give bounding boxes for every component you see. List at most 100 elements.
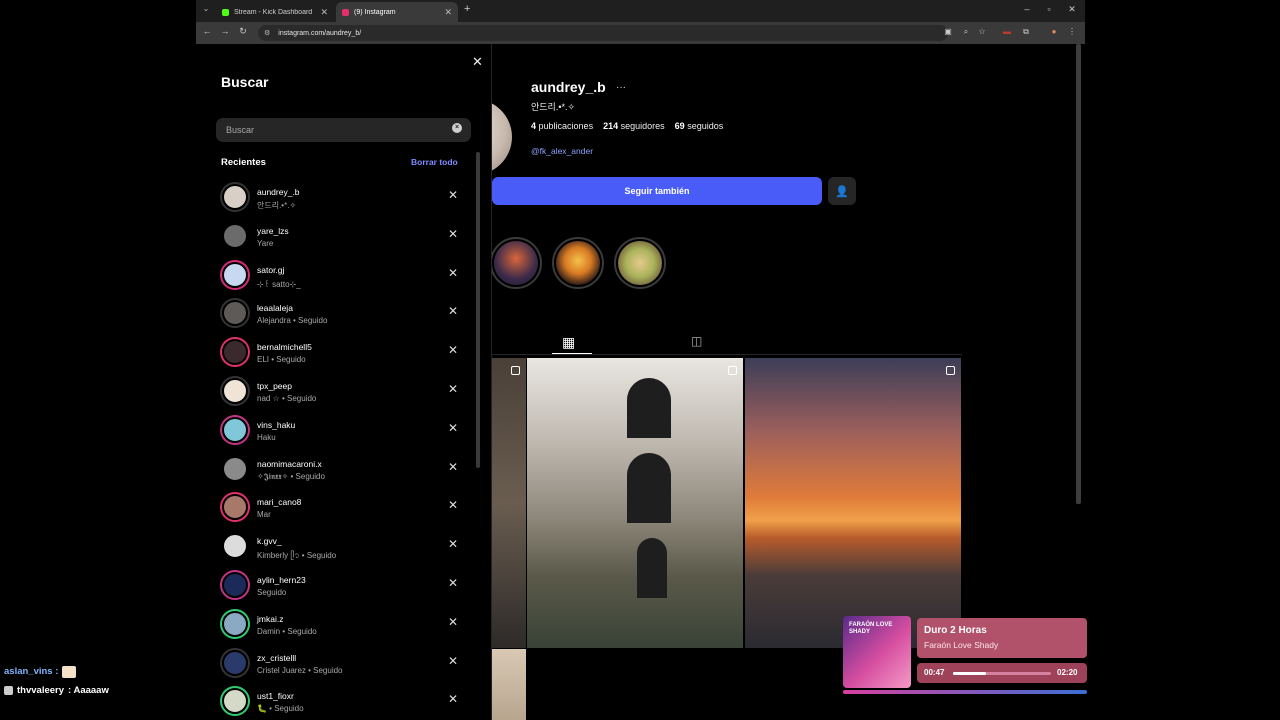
- recent-item[interactable]: naomimacaroni.x ✧𝕵𝖎𝖓𝖝𝖝✧ • Seguido ✕: [196, 450, 481, 489]
- remove-recent-icon[interactable]: ✕: [448, 537, 458, 551]
- recent-item[interactable]: mari_cano8 Mar ✕: [196, 488, 481, 527]
- bio-mention-link[interactable]: @fk_alex_ander: [531, 146, 593, 156]
- maximize-icon[interactable]: ▫: [1041, 4, 1057, 14]
- more-options-icon[interactable]: ···: [616, 82, 626, 93]
- browser-menu-icon[interactable]: ⋮: [1066, 27, 1078, 36]
- recent-item[interactable]: leaalaleja Alejandra • Seguido ✕: [196, 294, 481, 333]
- url-field[interactable]: ⚙ instagram.com/aundrey_b/: [258, 25, 948, 41]
- url-text: instagram.com/aundrey_b/: [278, 29, 362, 37]
- carousel-icon: [728, 366, 737, 375]
- forward-icon[interactable]: →: [218, 26, 232, 36]
- recent-item[interactable]: aundrey_.b 안드리.•*.✧ ✕: [196, 178, 481, 217]
- clear-search-icon[interactable]: ×: [452, 123, 462, 133]
- posts-label: publicaciones: [538, 121, 594, 131]
- page-scrollbar[interactable]: [1076, 44, 1081, 504]
- story-highlight[interactable]: [614, 237, 666, 289]
- recent-item[interactable]: yare_lzs Yare ✕: [196, 217, 481, 256]
- track-info-card: [917, 618, 1087, 658]
- recent-item[interactable]: vins_haku Haku ✕: [196, 411, 481, 450]
- post-thumbnail[interactable]: [745, 358, 961, 648]
- recent-item[interactable]: tpx_peep nad ☆ • Seguido ✕: [196, 372, 481, 411]
- install-app-icon[interactable]: ▣: [942, 27, 954, 36]
- profile-avatar-icon[interactable]: ●: [1048, 27, 1060, 36]
- posts-grid-tab-icon[interactable]: ▦: [562, 334, 575, 351]
- site-info-icon[interactable]: ⚙: [264, 29, 270, 37]
- close-search-icon[interactable]: ✕: [472, 54, 483, 70]
- recent-username: naomimacaroni.x: [257, 458, 322, 469]
- total-time: 02:20: [1057, 668, 1078, 677]
- remove-recent-icon[interactable]: ✕: [448, 382, 458, 396]
- recent-item[interactable]: k.gvv_ Kimberly ᥫ᭡ • Seguido ✕: [196, 527, 481, 566]
- search-panel-scrollbar[interactable]: [476, 152, 480, 468]
- recent-subtitle: nad ☆ • Seguido: [257, 393, 317, 403]
- story-highlight[interactable]: [552, 237, 604, 289]
- remove-recent-icon[interactable]: ✕: [448, 188, 458, 202]
- track-artist: Faraón Love Shady: [924, 640, 999, 650]
- clear-all-button[interactable]: Borrar todo: [411, 157, 458, 167]
- post-thumbnail[interactable]: [527, 358, 743, 648]
- followers-stat[interactable]: 214 seguidores: [603, 121, 665, 131]
- recent-item[interactable]: ust1_fioxr 🐛 • Seguido ✕: [196, 682, 481, 720]
- suggest-people-icon[interactable]: 👤: [828, 177, 856, 205]
- recent-username: vins_haku: [257, 419, 296, 430]
- avatar-image: [222, 261, 248, 288]
- recent-item[interactable]: sator.gj ⊹꒰ satto⊹_ ✕: [196, 256, 481, 295]
- chat-separator: :: [55, 666, 59, 677]
- remove-recent-icon[interactable]: ✕: [448, 654, 458, 668]
- remove-recent-icon[interactable]: ✕: [448, 421, 458, 435]
- extension-icon[interactable]: ▬: [1001, 27, 1013, 36]
- recent-item[interactable]: aylin_hern23 Seguido ✕: [196, 566, 481, 605]
- chat-message: aslan_vins :: [4, 662, 109, 681]
- search-title: Buscar: [221, 74, 269, 90]
- tab-instagram[interactable]: (9) Instagram ✕: [336, 2, 458, 22]
- remove-recent-icon[interactable]: ✕: [448, 692, 458, 706]
- avatar-image: [222, 222, 248, 249]
- chat-username-text: aslan_vins: [4, 666, 53, 677]
- new-tab-button[interactable]: +: [464, 3, 470, 15]
- bookmark-star-icon[interactable]: ☆: [976, 27, 988, 36]
- minimize-icon[interactable]: –: [1019, 4, 1035, 14]
- back-icon[interactable]: ←: [200, 26, 214, 36]
- remove-recent-icon[interactable]: ✕: [448, 227, 458, 241]
- chat-message: thvvaleery : Aaaaaw: [4, 681, 109, 700]
- arch-doorway: [637, 538, 667, 598]
- recent-avatar: [220, 686, 250, 717]
- tab-kick-dashboard[interactable]: Stream - Kick Dashboard ✕: [216, 2, 334, 22]
- recent-avatar: [220, 298, 250, 329]
- recent-item[interactable]: jmkai.z Damin • Seguido ✕: [196, 605, 481, 644]
- search-input[interactable]: [216, 118, 471, 142]
- remove-recent-icon[interactable]: ✕: [448, 576, 458, 590]
- following-stat[interactable]: 69 seguidos: [675, 121, 724, 131]
- avatar-image: [222, 688, 248, 715]
- tab-search-icon[interactable]: ⌄: [200, 4, 212, 16]
- highlight-image: [494, 241, 538, 285]
- post-thumbnail[interactable]: [492, 649, 526, 720]
- post-thumbnail[interactable]: [492, 358, 526, 648]
- zoom-icon[interactable]: ⌕: [960, 27, 972, 37]
- profile-username: aundrey_.b: [531, 79, 606, 95]
- remove-recent-icon[interactable]: ✕: [448, 266, 458, 280]
- reload-icon[interactable]: ↻: [236, 26, 250, 37]
- extensions-puzzle-icon[interactable]: ⧉: [1020, 27, 1032, 37]
- kick-favicon-icon: [222, 8, 229, 16]
- remove-recent-icon[interactable]: ✕: [448, 615, 458, 629]
- recent-avatar: [220, 453, 250, 484]
- remove-recent-icon[interactable]: ✕: [448, 460, 458, 474]
- recent-item[interactable]: bernalmichell5 ELI • Seguido ✕: [196, 333, 481, 372]
- recent-subtitle: Yare: [257, 238, 274, 248]
- remove-recent-icon[interactable]: ✕: [448, 498, 458, 512]
- follow-back-button[interactable]: Seguir también: [492, 177, 822, 205]
- story-highlight[interactable]: [490, 237, 542, 289]
- close-window-icon[interactable]: ✕: [1064, 4, 1080, 15]
- remove-recent-icon[interactable]: ✕: [448, 343, 458, 357]
- recent-item[interactable]: zx_cristelll Cristel Juarez • Seguido ✕: [196, 644, 481, 683]
- remove-recent-icon[interactable]: ✕: [448, 304, 458, 318]
- search-panel: ✕ Buscar × Recientes Borrar todo aundrey…: [196, 44, 492, 720]
- avatar-image: [222, 494, 248, 521]
- tab-close-icon[interactable]: ✕: [320, 7, 328, 18]
- tagged-tab-icon[interactable]: ◫: [691, 334, 702, 348]
- recent-avatar: [220, 531, 250, 562]
- tab-close-icon[interactable]: ✕: [444, 7, 452, 18]
- recent-subtitle: 안드리.•*.✧: [257, 201, 297, 210]
- recent-avatar: [220, 608, 250, 639]
